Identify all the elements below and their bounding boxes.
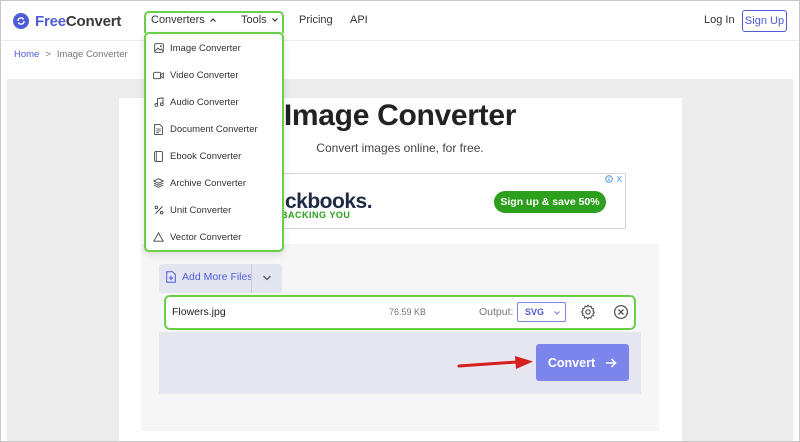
top-navigation-bar: FreeConvert Converters Tools Pricing API… — [1, 1, 799, 41]
image-icon — [153, 43, 164, 54]
menu-item-label: Audio Converter — [170, 96, 239, 108]
menu-item-label: Unit Converter — [170, 204, 232, 216]
file-size: 76.59 KB — [389, 307, 427, 317]
browser-frame: FreeConvert Converters Tools Pricing API… — [0, 0, 800, 442]
nav-api[interactable]: API — [350, 14, 368, 26]
signup-button[interactable]: Sign Up — [742, 10, 787, 32]
annotation-arrow-icon — [457, 356, 533, 369]
nav-api-label: API — [350, 14, 368, 26]
breadcrumb-home[interactable]: Home — [14, 49, 39, 60]
archive-icon — [153, 178, 164, 189]
menu-item-label: Archive Converter — [170, 177, 247, 189]
chevron-down-icon[interactable] — [262, 274, 272, 282]
gear-icon[interactable] — [580, 304, 596, 320]
ad-choices[interactable]: X — [604, 175, 622, 184]
nav-converters[interactable]: Converters — [151, 14, 217, 26]
nav-pricing[interactable]: Pricing — [299, 14, 333, 26]
breadcrumb-bar: Home > Image Converter — [1, 42, 799, 68]
arrow-right-icon — [606, 357, 617, 368]
split-divider — [251, 264, 252, 293]
close-circle-icon[interactable] — [613, 304, 629, 320]
menu-item-unit-converter[interactable]: Unit Converter — [153, 202, 231, 218]
nav-converters-label: Converters — [151, 14, 205, 26]
ad-tagline: BACKING YOU — [281, 210, 351, 220]
add-file-icon — [166, 271, 176, 283]
menu-item-image-converter[interactable]: Image Converter — [153, 40, 241, 56]
convert-label: Convert — [547, 355, 596, 370]
nav-pricing-label: Pricing — [299, 14, 333, 26]
file-name: Flowers.jpg — [172, 306, 226, 318]
audio-icon — [153, 97, 164, 108]
document-icon — [153, 123, 164, 135]
add-more-files-button[interactable]: Add More Files — [159, 264, 282, 293]
menu-item-archive-converter[interactable]: Archive Converter — [153, 175, 246, 191]
menu-item-label: Image Converter — [170, 42, 241, 54]
add-more-files-label-group: Add More Files — [166, 271, 253, 283]
ad-cta-button[interactable]: Sign up & save 50% — [494, 191, 606, 213]
convert-button[interactable]: Convert — [536, 344, 629, 381]
menu-item-ebook-converter[interactable]: Ebook Converter — [153, 148, 241, 164]
nav-tools[interactable]: Tools — [241, 14, 279, 26]
page-title: Image Converter — [283, 99, 517, 132]
logo-icon — [13, 13, 29, 29]
menu-item-document-converter[interactable]: Document Converter — [153, 121, 258, 137]
logo[interactable]: FreeConvert — [13, 12, 121, 30]
chevron-down-icon — [271, 18, 278, 22]
menu-item-vector-converter[interactable]: Vector Converter — [153, 229, 241, 245]
menu-item-label: Vector Converter — [170, 231, 242, 243]
ad-info-icon[interactable] — [604, 175, 613, 183]
converters-dropdown-menu: Image Converter Video Converter Audio Co… — [144, 32, 284, 252]
breadcrumb: Home > Image Converter — [14, 49, 128, 60]
output-format-select[interactable]: SVG — [517, 302, 566, 322]
nav-tools-label: Tools — [241, 14, 267, 26]
chevron-down-icon — [554, 311, 560, 315]
menu-item-video-converter[interactable]: Video Converter — [153, 67, 238, 83]
output-format-value: SVG — [525, 307, 545, 317]
menu-item-label: Video Converter — [170, 69, 239, 81]
login-link[interactable]: Log In — [704, 14, 735, 26]
ad-close-icon[interactable]: X — [617, 175, 622, 184]
breadcrumb-current: Image Converter — [56, 49, 128, 60]
page-subtitle: Convert images online, for free. — [316, 141, 484, 155]
menu-item-audio-converter[interactable]: Audio Converter — [153, 94, 239, 110]
logo-text: FreeConvert — [35, 12, 122, 30]
ebook-icon — [153, 150, 164, 162]
percent-icon — [153, 205, 164, 216]
chevron-up-icon — [209, 18, 216, 22]
breadcrumb-separator: > — [45, 49, 51, 60]
add-more-files-label: Add More Files — [182, 271, 253, 283]
triangle-icon — [153, 232, 164, 243]
video-icon — [153, 70, 164, 81]
output-label: Output: — [479, 306, 514, 318]
menu-item-label: Document Converter — [170, 123, 258, 135]
menu-item-label: Ebook Converter — [170, 150, 242, 162]
